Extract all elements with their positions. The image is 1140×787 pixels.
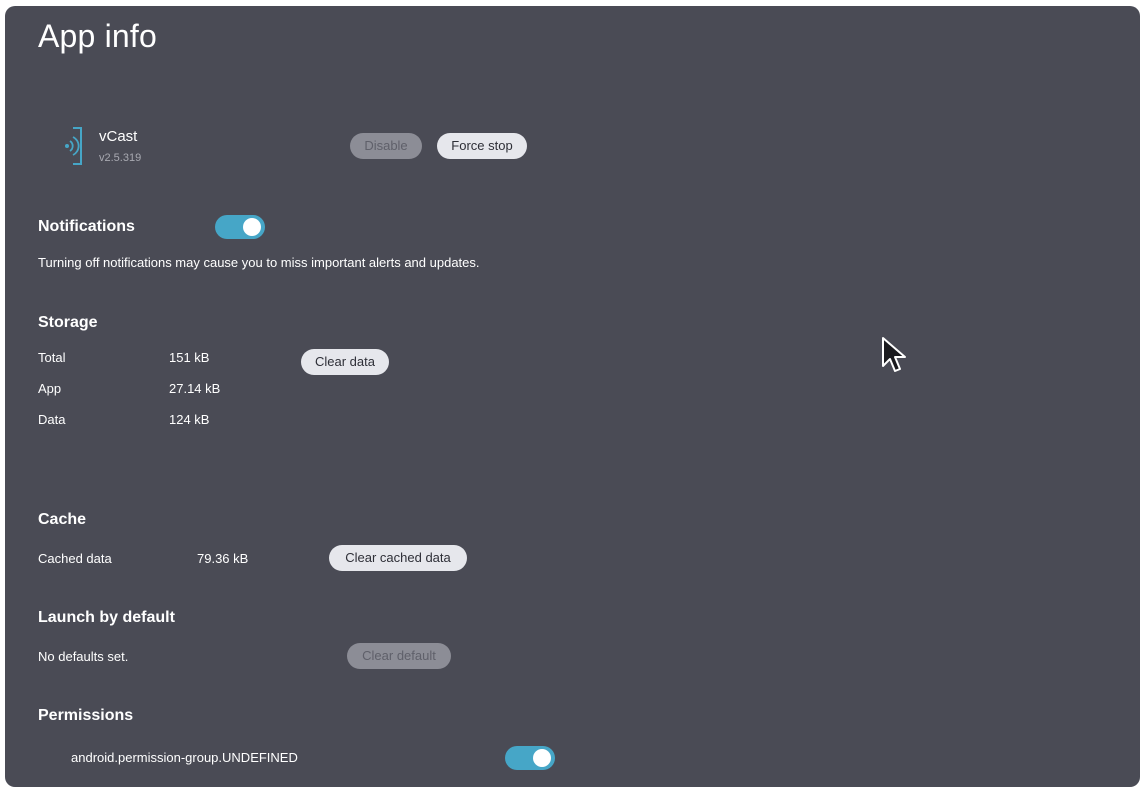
app-info-panel: App info vCast v2.5.319 Disable Force st… (5, 6, 1140, 787)
storage-data-label: Data (38, 412, 66, 427)
storage-total-label: Total (38, 350, 66, 365)
cached-data-label: Cached data (38, 551, 112, 566)
app-name: vCast (99, 128, 138, 145)
clear-cached-data-button[interactable]: Clear cached data (329, 545, 467, 571)
notifications-description: Turning off notifications may cause you … (38, 255, 480, 270)
clear-default-button[interactable]: Clear default (347, 643, 451, 669)
cache-title: Cache (38, 511, 87, 528)
disable-button[interactable]: Disable (350, 133, 422, 159)
storage-app-label: App (38, 381, 62, 396)
page-title: App info (38, 18, 158, 54)
launch-default-title: Launch by default (38, 609, 175, 626)
cached-data-value: 79.36 kB (197, 551, 249, 566)
launch-default-status: No defaults set. (38, 649, 129, 664)
cast-receiver-icon (65, 127, 82, 165)
storage-app-value: 27.14 kB (169, 381, 221, 396)
clear-data-button[interactable]: Clear data (301, 349, 389, 375)
storage-title: Storage (38, 314, 98, 331)
permission-item-label: android.permission-group.UNDEFINED (71, 750, 298, 765)
toggle-knob (533, 749, 551, 767)
permission-item-toggle[interactable] (505, 746, 555, 770)
permissions-title: Permissions (38, 707, 134, 724)
app-version: v2.5.319 (99, 152, 142, 164)
notifications-title: Notifications (38, 218, 135, 235)
mouse-pointer-icon (882, 337, 906, 372)
toggle-knob (243, 218, 261, 236)
force-stop-button[interactable]: Force stop (437, 133, 527, 159)
notifications-toggle[interactable] (215, 215, 265, 239)
storage-total-value: 151 kB (169, 350, 210, 365)
storage-data-value: 124 kB (169, 412, 210, 427)
